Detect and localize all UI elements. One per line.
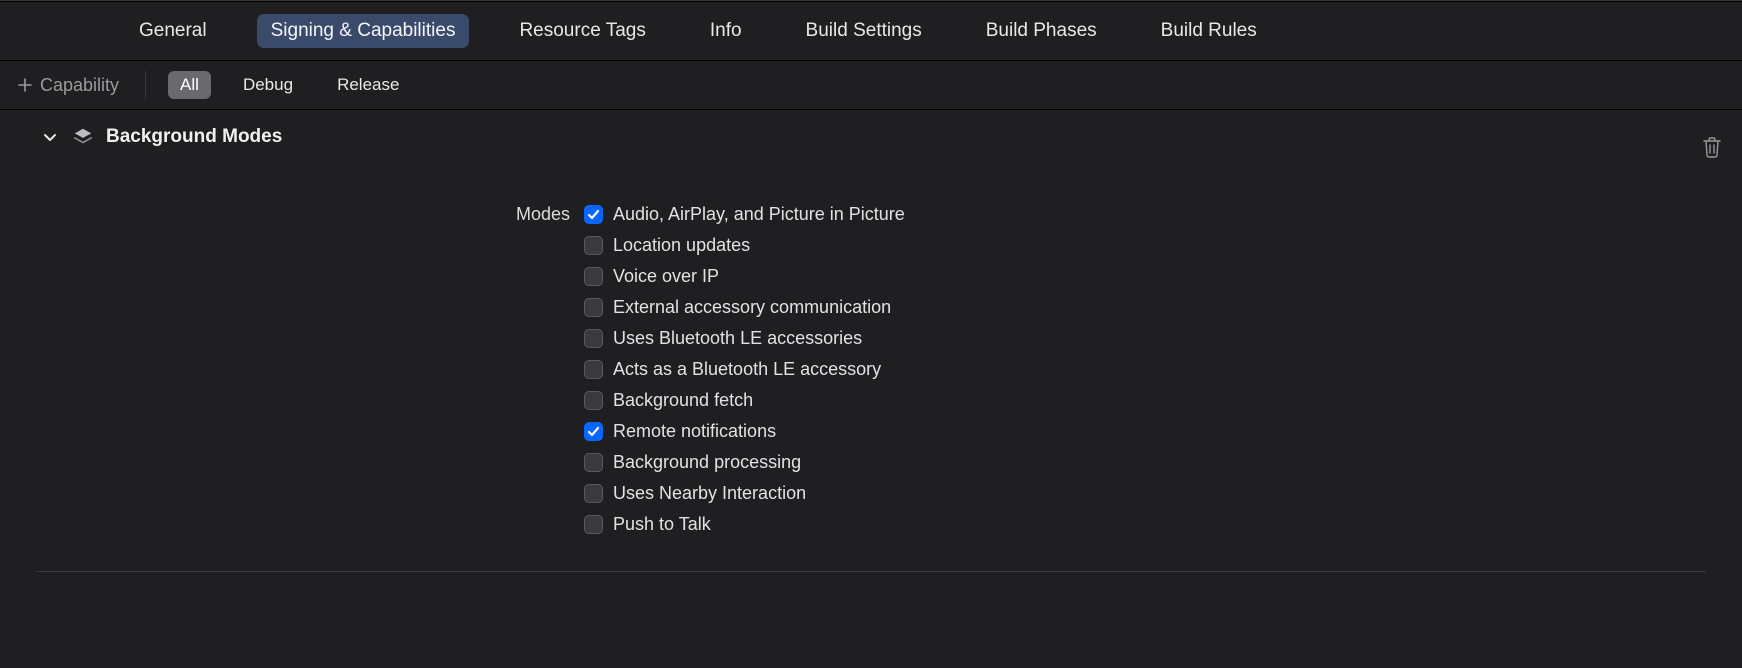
- modes-row: Modes Audio, AirPlay, and Picture in Pic…: [42, 204, 1724, 535]
- filter-debug[interactable]: Debug: [231, 71, 305, 99]
- checkbox[interactable]: [584, 422, 603, 441]
- checkbox-label: Acts as a Bluetooth LE accessory: [613, 359, 881, 380]
- mode-checkbox-row[interactable]: Audio, AirPlay, and Picture in Picture: [584, 204, 905, 225]
- mode-checkbox-row[interactable]: Acts as a Bluetooth LE accessory: [584, 359, 905, 380]
- mode-checkbox-row[interactable]: Uses Bluetooth LE accessories: [584, 328, 905, 349]
- tab-general[interactable]: General: [125, 14, 221, 48]
- checkbox[interactable]: [584, 515, 603, 534]
- checkbox[interactable]: [584, 236, 603, 255]
- mode-checkbox-row[interactable]: Remote notifications: [584, 421, 905, 442]
- checkbox[interactable]: [584, 391, 603, 410]
- checkbox-label: Audio, AirPlay, and Picture in Picture: [613, 204, 905, 225]
- mode-checkbox-row[interactable]: Uses Nearby Interaction: [584, 483, 905, 504]
- checkmark-icon: [587, 425, 600, 438]
- checkbox-label: Voice over IP: [613, 266, 719, 287]
- checkbox[interactable]: [584, 453, 603, 472]
- chevron-down-icon: [42, 129, 58, 145]
- modes-checkbox-list: Audio, AirPlay, and Picture in Picture Lo…: [584, 204, 905, 535]
- mode-checkbox-row[interactable]: Background fetch: [584, 390, 905, 411]
- trash-icon: [1702, 136, 1722, 158]
- add-capability-button[interactable]: Capability: [18, 75, 119, 96]
- filter-all[interactable]: All: [168, 71, 211, 99]
- tab-resource-tags[interactable]: Resource Tags: [505, 14, 659, 48]
- modes-field-label: Modes: [42, 204, 584, 225]
- section-divider: [36, 571, 1706, 572]
- checkbox-label: Push to Talk: [613, 514, 711, 535]
- checkbox[interactable]: [584, 298, 603, 317]
- checkbox-label: Background fetch: [613, 390, 753, 411]
- checkbox-label: Uses Nearby Interaction: [613, 483, 806, 504]
- checkbox-label: Uses Bluetooth LE accessories: [613, 328, 862, 349]
- filter-release[interactable]: Release: [325, 71, 411, 99]
- background-modes-icon: [72, 126, 94, 148]
- mode-checkbox-row[interactable]: Voice over IP: [584, 266, 905, 287]
- add-capability-label: Capability: [40, 75, 119, 96]
- separator: [145, 71, 146, 99]
- checkbox-label: External accessory communication: [613, 297, 891, 318]
- checkbox[interactable]: [584, 267, 603, 286]
- tab-build-phases[interactable]: Build Phases: [972, 14, 1111, 48]
- checkbox-label: Remote notifications: [613, 421, 776, 442]
- checkbox[interactable]: [584, 205, 603, 224]
- checkbox[interactable]: [584, 360, 603, 379]
- tab-build-settings[interactable]: Build Settings: [792, 14, 936, 48]
- checkbox-label: Location updates: [613, 235, 750, 256]
- mode-checkbox-row[interactable]: Push to Talk: [584, 514, 905, 535]
- plus-icon: [18, 78, 32, 92]
- mode-checkbox-row[interactable]: Background processing: [584, 452, 905, 473]
- delete-capability-button[interactable]: [1702, 136, 1722, 163]
- capability-title: Background Modes: [106, 126, 282, 148]
- editor-tabbar: General Signing & Capabilities Resource …: [0, 1, 1742, 61]
- tab-info[interactable]: Info: [696, 14, 756, 48]
- checkbox[interactable]: [584, 329, 603, 348]
- capability-header[interactable]: Background Modes: [42, 126, 1724, 148]
- capability-filter-bar: Capability All Debug Release: [0, 61, 1742, 110]
- checkbox-label: Background processing: [613, 452, 801, 473]
- tab-build-rules[interactable]: Build Rules: [1147, 14, 1271, 48]
- checkbox[interactable]: [584, 484, 603, 503]
- checkmark-icon: [587, 208, 600, 221]
- mode-checkbox-row[interactable]: Location updates: [584, 235, 905, 256]
- capability-section: Background Modes Modes Audio, AirPlay, a…: [0, 110, 1742, 535]
- tab-signing-capabilities[interactable]: Signing & Capabilities: [257, 14, 470, 48]
- mode-checkbox-row[interactable]: External accessory communication: [584, 297, 905, 318]
